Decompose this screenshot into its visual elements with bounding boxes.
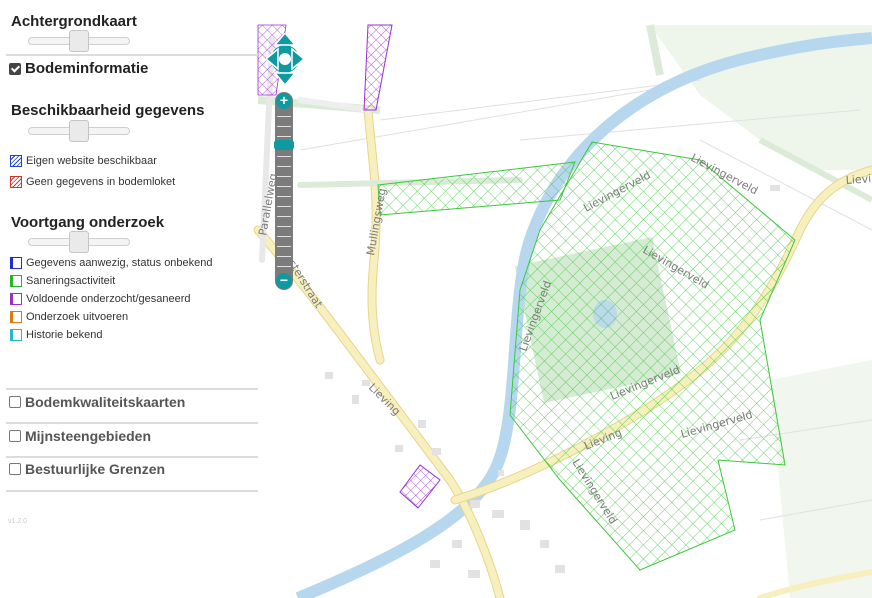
- legend-item: Saneringsactiviteit: [10, 275, 115, 287]
- section-title-beschikbaarheid: Beschikbaarheid gegevens: [11, 102, 205, 119]
- checkbox-checked-icon[interactable]: [9, 62, 21, 75]
- layer-toggle-bestuurlijke-grenzen[interactable]: Bestuurlijke Grenzen: [9, 461, 165, 477]
- achtergrondkaart-opacity-slider[interactable]: [28, 30, 130, 52]
- building: [395, 445, 403, 452]
- layer-toggle-mijnsteengebieden[interactable]: Mijnsteengebieden: [9, 428, 151, 444]
- building: [362, 380, 370, 386]
- slider-knob[interactable]: [69, 231, 89, 253]
- zoom-bar[interactable]: + −: [274, 92, 294, 290]
- building: [555, 565, 565, 573]
- status-cyan-icon: [10, 329, 22, 341]
- building: [470, 500, 480, 508]
- checkbox-unchecked-icon[interactable]: [9, 396, 21, 408]
- legend-item: Geen gegevens in bodemloket: [10, 176, 175, 188]
- building: [430, 560, 440, 568]
- layer-panel: Achtergrondkaart Bodeminformatie Beschik…: [0, 0, 258, 598]
- building: [432, 448, 441, 455]
- slider-knob[interactable]: [69, 120, 89, 142]
- status-purple-icon: [10, 293, 22, 305]
- building: [468, 570, 480, 578]
- checkbox-unchecked-icon[interactable]: [9, 463, 21, 475]
- building: [452, 540, 462, 548]
- layer-label: Mijnsteengebieden: [25, 428, 152, 444]
- layer-label: Bodemkwaliteitskaarten: [25, 394, 186, 410]
- divider: [6, 388, 258, 390]
- legend-item: Eigen website beschikbaar: [10, 155, 157, 167]
- status-blue-icon: [10, 257, 22, 269]
- hatch-red-icon: [10, 176, 22, 188]
- building: [418, 420, 426, 428]
- building: [492, 510, 504, 518]
- slider-knob[interactable]: [69, 30, 89, 52]
- zoom-out-button[interactable]: −: [276, 273, 292, 289]
- building: [498, 470, 504, 476]
- divider: [6, 54, 258, 56]
- legend-item: Gegevens aanwezig, status onbekend: [10, 257, 213, 269]
- checkbox-unchecked-icon[interactable]: [9, 430, 21, 442]
- voortgang-opacity-slider[interactable]: [28, 231, 130, 253]
- layer-label: Bodeminformatie: [25, 60, 149, 77]
- street-label: Lievi: [845, 172, 871, 187]
- building: [325, 372, 333, 379]
- building: [770, 185, 780, 191]
- version-label: v1.2.0: [8, 518, 28, 525]
- divider: [6, 490, 258, 492]
- divider: [6, 456, 258, 458]
- building: [540, 540, 549, 548]
- layer-label: Bestuurlijke Grenzen: [25, 461, 166, 477]
- legend-item: Historie bekend: [10, 329, 102, 341]
- layer-toggle-bodeminformatie[interactable]: Bodeminformatie: [9, 60, 148, 77]
- pan-up-arrow-icon: [273, 33, 297, 46]
- hatch-blue-icon: [10, 155, 22, 167]
- zoom-in-button[interactable]: +: [276, 93, 292, 109]
- building: [520, 520, 530, 530]
- building: [352, 395, 359, 404]
- status-green-icon: [10, 275, 22, 287]
- status-orange-icon: [10, 311, 22, 323]
- section-title-achtergrondkaart: Achtergrondkaart: [11, 13, 137, 30]
- zoom-slider-handle[interactable]: [274, 140, 294, 150]
- legend-item: Voldoende onderzocht/gesaneerd: [10, 293, 191, 305]
- beschikbaarheid-opacity-slider[interactable]: [28, 120, 130, 142]
- legend-item: Onderzoek uitvoeren: [10, 311, 128, 323]
- layer-toggle-bodemkwaliteitskaarten[interactable]: Bodemkwaliteitskaarten: [9, 394, 185, 410]
- divider: [6, 422, 258, 424]
- pan-right-arrow-icon: [291, 47, 304, 71]
- pan-down-arrow-icon: [273, 72, 297, 85]
- pan-control[interactable]: [266, 33, 304, 85]
- section-title-voortgang: Voortgang onderzoek: [11, 214, 165, 231]
- pan-left-arrow-icon: [266, 47, 279, 71]
